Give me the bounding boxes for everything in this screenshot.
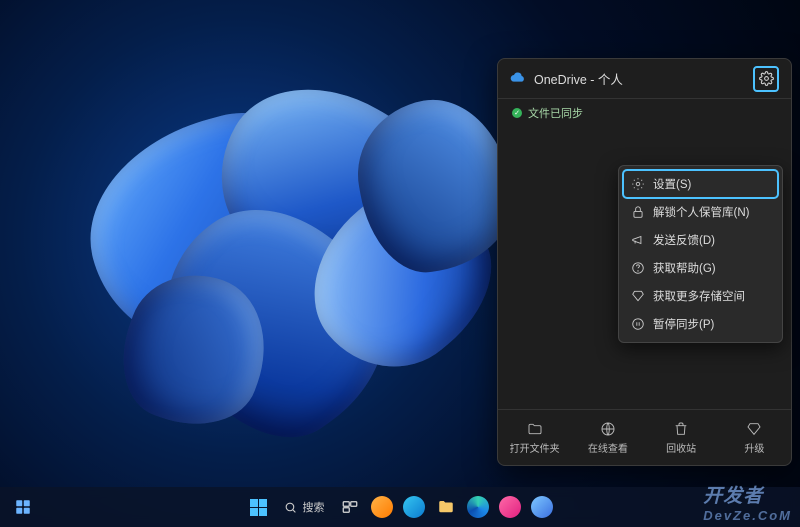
app-icon <box>531 496 553 518</box>
menu-item-pause[interactable]: 暂停同步(P) <box>623 310 778 338</box>
bottom-recycle-bin[interactable]: 回收站 <box>645 410 718 465</box>
diamond-icon <box>631 289 645 303</box>
status-check-icon <box>512 108 522 118</box>
lock-icon <box>631 205 645 219</box>
diamond-icon <box>746 421 762 437</box>
bottom-open-folder[interactable]: 打开文件夹 <box>498 410 571 465</box>
pinned-app-4[interactable] <box>529 494 555 520</box>
bottom-label: 升级 <box>744 440 764 455</box>
taskbar-left <box>10 487 36 527</box>
menu-item-feedback[interactable]: 发送反馈(D) <box>623 226 778 254</box>
app-icon <box>403 496 425 518</box>
windows-logo-icon <box>250 499 267 516</box>
settings-gear-button[interactable] <box>753 66 779 92</box>
widgets-icon[interactable] <box>10 494 36 520</box>
menu-label: 获取帮助(G) <box>653 260 716 276</box>
menu-item-settings[interactable]: 设置(S) <box>623 170 778 198</box>
menu-label: 解锁个人保管库(N) <box>653 204 749 220</box>
taskbar: 搜索 <box>0 487 800 527</box>
bottom-upgrade[interactable]: 升级 <box>718 410 791 465</box>
flyout-title: OneDrive - 个人 <box>534 69 745 88</box>
cloud-icon <box>510 69 526 88</box>
bottom-view-online[interactable]: 在线查看 <box>571 410 644 465</box>
bottom-label: 回收站 <box>666 440 696 455</box>
menu-label: 获取更多存储空间 <box>653 288 745 304</box>
menu-item-storage[interactable]: 获取更多存储空间 <box>623 282 778 310</box>
desktop: OneDrive - 个人 文件已同步 设置(S) 解锁个人保管库(N) <box>0 0 800 527</box>
flyout-body: 设置(S) 解锁个人保管库(N) 发送反馈(D) 获取帮助(G) 获取更多存储空… <box>498 123 791 409</box>
bottom-label: 在线查看 <box>588 440 628 455</box>
flyout-header: OneDrive - 个人 <box>498 59 791 99</box>
menu-item-help[interactable]: 获取帮助(G) <box>623 254 778 282</box>
gear-icon <box>631 177 645 191</box>
sync-status: 文件已同步 <box>498 99 791 123</box>
app-icon <box>371 496 393 518</box>
taskbar-search[interactable]: 搜索 <box>278 499 331 515</box>
file-explorer-button[interactable] <box>433 494 459 520</box>
megaphone-icon <box>631 233 645 247</box>
pinned-app-1[interactable] <box>369 494 395 520</box>
onedrive-flyout: OneDrive - 个人 文件已同步 设置(S) 解锁个人保管库(N) <box>497 58 792 466</box>
settings-menu: 设置(S) 解锁个人保管库(N) 发送反馈(D) 获取帮助(G) 获取更多存储空… <box>618 165 783 343</box>
bottom-label: 打开文件夹 <box>510 440 560 455</box>
help-icon <box>631 261 645 275</box>
pinned-app-3[interactable] <box>497 494 523 520</box>
menu-label: 设置(S) <box>653 176 691 192</box>
menu-label: 暂停同步(P) <box>653 316 714 332</box>
start-button[interactable] <box>246 494 272 520</box>
search-placeholder: 搜索 <box>303 499 325 515</box>
trash-icon <box>673 421 689 437</box>
app-icon <box>499 496 521 518</box>
menu-label: 发送反馈(D) <box>653 232 715 248</box>
status-text: 文件已同步 <box>528 105 583 121</box>
pause-icon <box>631 317 645 331</box>
folder-icon <box>527 421 543 437</box>
search-icon <box>284 501 297 514</box>
flyout-bottom-bar: 打开文件夹 在线查看 回收站 升级 <box>498 409 791 465</box>
globe-icon <box>600 421 616 437</box>
edge-icon <box>467 496 489 518</box>
menu-item-unlock-vault[interactable]: 解锁个人保管库(N) <box>623 198 778 226</box>
pinned-app-2[interactable] <box>401 494 427 520</box>
edge-button[interactable] <box>465 494 491 520</box>
task-view-button[interactable] <box>337 494 363 520</box>
